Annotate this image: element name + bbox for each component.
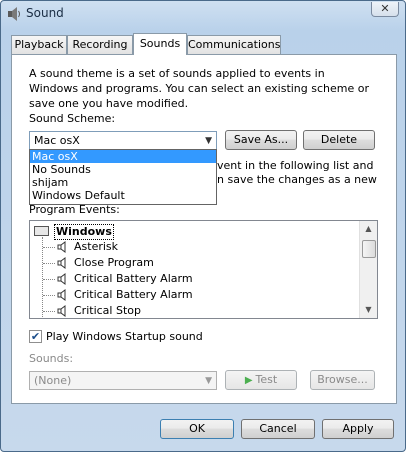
apply-button[interactable]: Apply — [322, 419, 394, 439]
startup-sound-label: Play Windows Startup sound — [46, 330, 203, 343]
delete-button[interactable]: Delete — [303, 130, 375, 150]
scroll-up-icon[interactable]: ▲ — [360, 221, 377, 237]
sounds-value: (None) — [34, 374, 72, 387]
list-item[interactable]: Critical Battery Alarm — [30, 287, 360, 303]
event-label: Critical Battery Alarm — [74, 272, 193, 285]
sound-scheme-label: Sound Scheme: — [29, 112, 116, 125]
speaker-icon — [57, 241, 66, 253]
tree-connector — [43, 263, 55, 264]
scroll-thumb[interactable] — [362, 240, 376, 258]
sound-scheme-dropdown: Mac osX No Sounds shijam Windows Default — [29, 149, 217, 205]
scheme-option[interactable]: Windows Default — [30, 189, 216, 202]
chevron-down-icon: ▼ — [205, 136, 212, 146]
sounds-select[interactable]: (None) ▼ — [29, 371, 217, 390]
list-item[interactable]: Asterisk — [30, 239, 360, 255]
events-scrollbar[interactable]: ▲ ▼ — [359, 221, 377, 318]
close-icon: ✕ — [380, 2, 390, 15]
speaker-icon — [57, 289, 66, 301]
partial-instruction-text-1: vent in the following list and — [217, 159, 374, 172]
event-label: Critical Battery Alarm — [74, 288, 193, 301]
scroll-down-icon[interactable]: ▼ — [360, 302, 377, 318]
speaker-icon — [57, 257, 66, 269]
event-label: Asterisk — [74, 240, 119, 253]
ok-button[interactable]: OK — [160, 419, 234, 439]
tab-recording[interactable]: Recording — [67, 35, 133, 54]
speaker-icon — [8, 7, 20, 21]
partial-instruction-text-2: n save the changes as a new — [217, 173, 377, 186]
events-root-row[interactable]: Windows — [30, 223, 360, 240]
cancel-button[interactable]: Cancel — [241, 419, 315, 439]
tab-playback[interactable]: Playback — [11, 35, 67, 54]
close-button[interactable]: ✕ — [371, 2, 399, 17]
tab-sounds[interactable]: Sounds — [133, 33, 187, 55]
list-item[interactable]: Critical Battery Alarm — [30, 271, 360, 287]
scheme-option[interactable]: Mac osX — [30, 150, 216, 163]
program-events-list[interactable]: Windows Asterisk Close Program Critical … — [29, 220, 378, 319]
sound-dialog: Sound ✕ Playback Recording Sounds Commun… — [0, 0, 406, 452]
browse-button[interactable]: Browse... — [310, 370, 375, 390]
scheme-option[interactable]: No Sounds — [30, 163, 216, 176]
play-icon: ▶ — [244, 375, 253, 386]
windows-folder-icon — [34, 226, 49, 236]
test-label: Test — [255, 373, 278, 386]
list-item[interactable]: Critical Stop — [30, 303, 360, 318]
tree-connector — [43, 311, 55, 312]
tree-connector — [43, 295, 55, 296]
events-root-label: Windows — [54, 224, 114, 240]
chevron-down-icon: ▼ — [205, 376, 212, 386]
tree-connector — [43, 279, 55, 280]
sound-scheme-select[interactable]: Mac osX ▼ — [29, 131, 217, 150]
startup-sound-checkbox[interactable]: ✔ — [29, 330, 42, 343]
title-bar[interactable]: Sound ✕ — [1, 1, 405, 27]
checkmark-icon: ✔ — [30, 330, 41, 343]
event-label: Critical Stop — [74, 304, 141, 317]
sounds-label: Sounds: — [29, 352, 74, 365]
save-as-button[interactable]: Save As... — [225, 130, 297, 150]
event-label: Close Program — [74, 256, 154, 269]
tree-connector — [43, 247, 55, 248]
tab-communications[interactable]: Communications — [187, 35, 281, 54]
list-item[interactable]: Close Program — [30, 255, 360, 271]
window-title: Sound — [26, 6, 64, 20]
scheme-description: A sound theme is a set of sounds applied… — [29, 67, 370, 110]
test-button[interactable]: ▶ Test — [225, 370, 297, 390]
speaker-icon — [57, 273, 66, 285]
speaker-icon — [57, 305, 66, 317]
sound-scheme-value: Mac osX — [34, 134, 80, 147]
scheme-option[interactable]: shijam — [30, 176, 216, 189]
